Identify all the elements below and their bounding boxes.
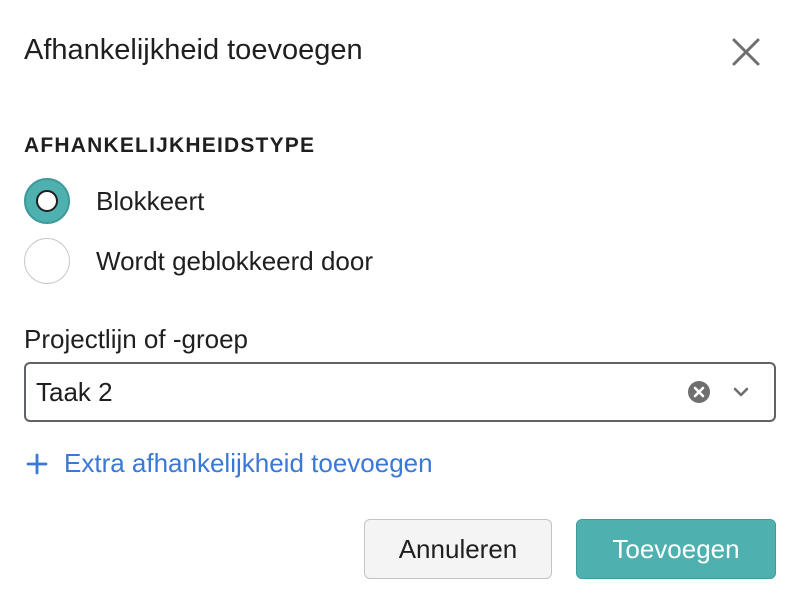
- select-value: Taak 2: [36, 376, 113, 407]
- clear-circle-icon: [688, 381, 710, 403]
- project-line-label: Projectlijn of -groep: [24, 324, 248, 354]
- dropdown-toggle[interactable]: [728, 379, 754, 405]
- project-line-select[interactable]: Taak 2: [24, 362, 776, 422]
- dialog-title: Afhankelijkheid toevoegen: [24, 34, 363, 66]
- chevron-down-icon: [733, 387, 749, 397]
- close-icon: [732, 38, 760, 66]
- radio-label: Wordt geblokkeerd door: [96, 245, 374, 276]
- radio-label: Blokkeert: [96, 185, 205, 216]
- close-button[interactable]: [726, 32, 766, 72]
- add-dependency-dialog: Afhankelijkheid toevoegen AFHANKELIJKHEI…: [0, 0, 798, 602]
- radio-button-unchecked[interactable]: [24, 238, 70, 284]
- clear-selection-button[interactable]: [686, 379, 712, 405]
- radio-option-blokkeert[interactable]: Blokkeert: [24, 178, 204, 224]
- radio-button-checked[interactable]: [24, 178, 70, 224]
- dependency-type-label: AFHANKELIJKHEIDSTYPE: [24, 134, 316, 157]
- add-extra-dependency-link[interactable]: Extra afhankelijkheid toevoegen: [26, 448, 433, 479]
- cancel-button[interactable]: Annuleren: [364, 519, 552, 579]
- radio-option-wordt-geblokkeerd-door[interactable]: Wordt geblokkeerd door: [24, 238, 373, 284]
- add-extra-dependency-label: Extra afhankelijkheid toevoegen: [64, 448, 433, 478]
- plus-icon: [26, 453, 48, 475]
- add-button[interactable]: Toevoegen: [576, 519, 776, 579]
